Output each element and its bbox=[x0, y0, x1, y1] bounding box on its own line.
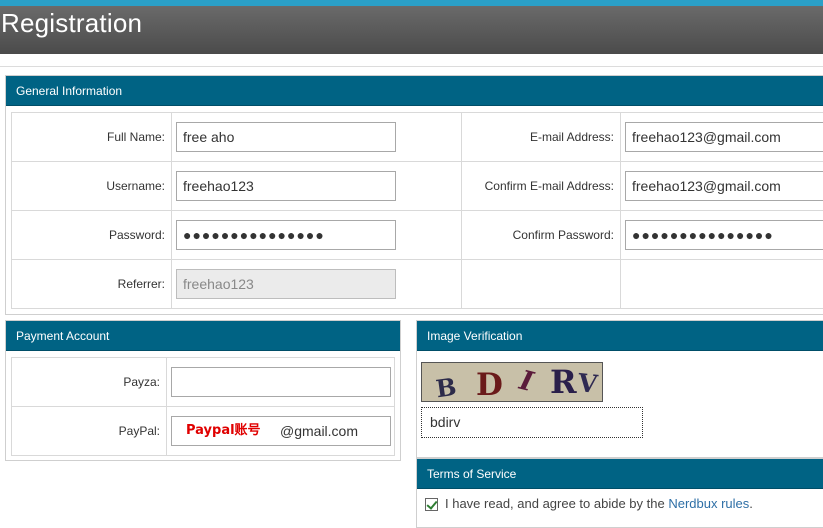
username-input[interactable]: freehao123 bbox=[176, 171, 396, 201]
image-verification-heading: Image Verification bbox=[417, 321, 823, 351]
payza-input[interactable] bbox=[171, 367, 391, 397]
divider bbox=[0, 66, 823, 67]
page-title: Registration bbox=[1, 8, 143, 38]
password-input[interactable]: ●●●●●●●●●●●●●●● bbox=[176, 220, 396, 250]
captcha-char: B bbox=[434, 371, 459, 402]
password-label: Password: bbox=[11, 210, 172, 260]
captcha-char: V bbox=[576, 368, 599, 399]
general-information-heading: General Information bbox=[6, 76, 823, 106]
confirm-email-label: Confirm E-mail Address: bbox=[461, 161, 621, 211]
captcha-input[interactable]: bdirv bbox=[421, 407, 643, 438]
paypal-redaction-label: Paypal账号 bbox=[186, 423, 261, 438]
captcha-char: I bbox=[516, 364, 537, 399]
full-name-input[interactable]: free aho bbox=[176, 122, 396, 152]
title-bar: Registration bbox=[0, 6, 823, 54]
tos-agree-text-end: . bbox=[749, 496, 753, 511]
paypal-email-suffix: @gmail.com bbox=[280, 423, 359, 439]
payza-label: Payza: bbox=[11, 357, 167, 407]
email-input[interactable]: freehao123@gmail.com bbox=[625, 122, 823, 152]
tos-agree-text: I have read, and agree to abide by the bbox=[445, 496, 669, 511]
confirm-email-input[interactable]: freehao123@gmail.com bbox=[625, 171, 823, 201]
payment-account-heading: Payment Account bbox=[6, 321, 400, 351]
confirm-password-input[interactable]: ●●●●●●●●●●●●●●● bbox=[625, 220, 823, 250]
terms-of-service-heading: Terms of Service bbox=[417, 459, 823, 489]
nerdbux-rules-link[interactable]: Nerdbux rules bbox=[668, 496, 749, 511]
email-label: E-mail Address: bbox=[461, 112, 621, 162]
referrer-label: Referrer: bbox=[11, 259, 172, 309]
captcha-char: R bbox=[550, 363, 577, 401]
confirm-password-label: Confirm Password: bbox=[461, 210, 621, 260]
paypal-input[interactable]: Paypal账号 @gmail.com bbox=[171, 416, 391, 446]
terms-of-service-panel: Terms of Service bbox=[416, 458, 823, 528]
paypal-label: PayPal: bbox=[11, 406, 167, 456]
captcha-char: D bbox=[476, 367, 503, 402]
captcha-image: B D I R V bbox=[421, 362, 603, 402]
tos-agree-checkbox[interactable] bbox=[425, 498, 438, 511]
full-name-label: Full Name: bbox=[11, 112, 172, 162]
payment-account-form: Payza: PayPal: Paypal账号 @gmail.com bbox=[11, 357, 395, 456]
referrer-input: freehao123 bbox=[176, 269, 396, 299]
general-information-form: Full Name: free aho E-mail Address: free… bbox=[11, 112, 823, 309]
username-label: Username: bbox=[11, 161, 172, 211]
